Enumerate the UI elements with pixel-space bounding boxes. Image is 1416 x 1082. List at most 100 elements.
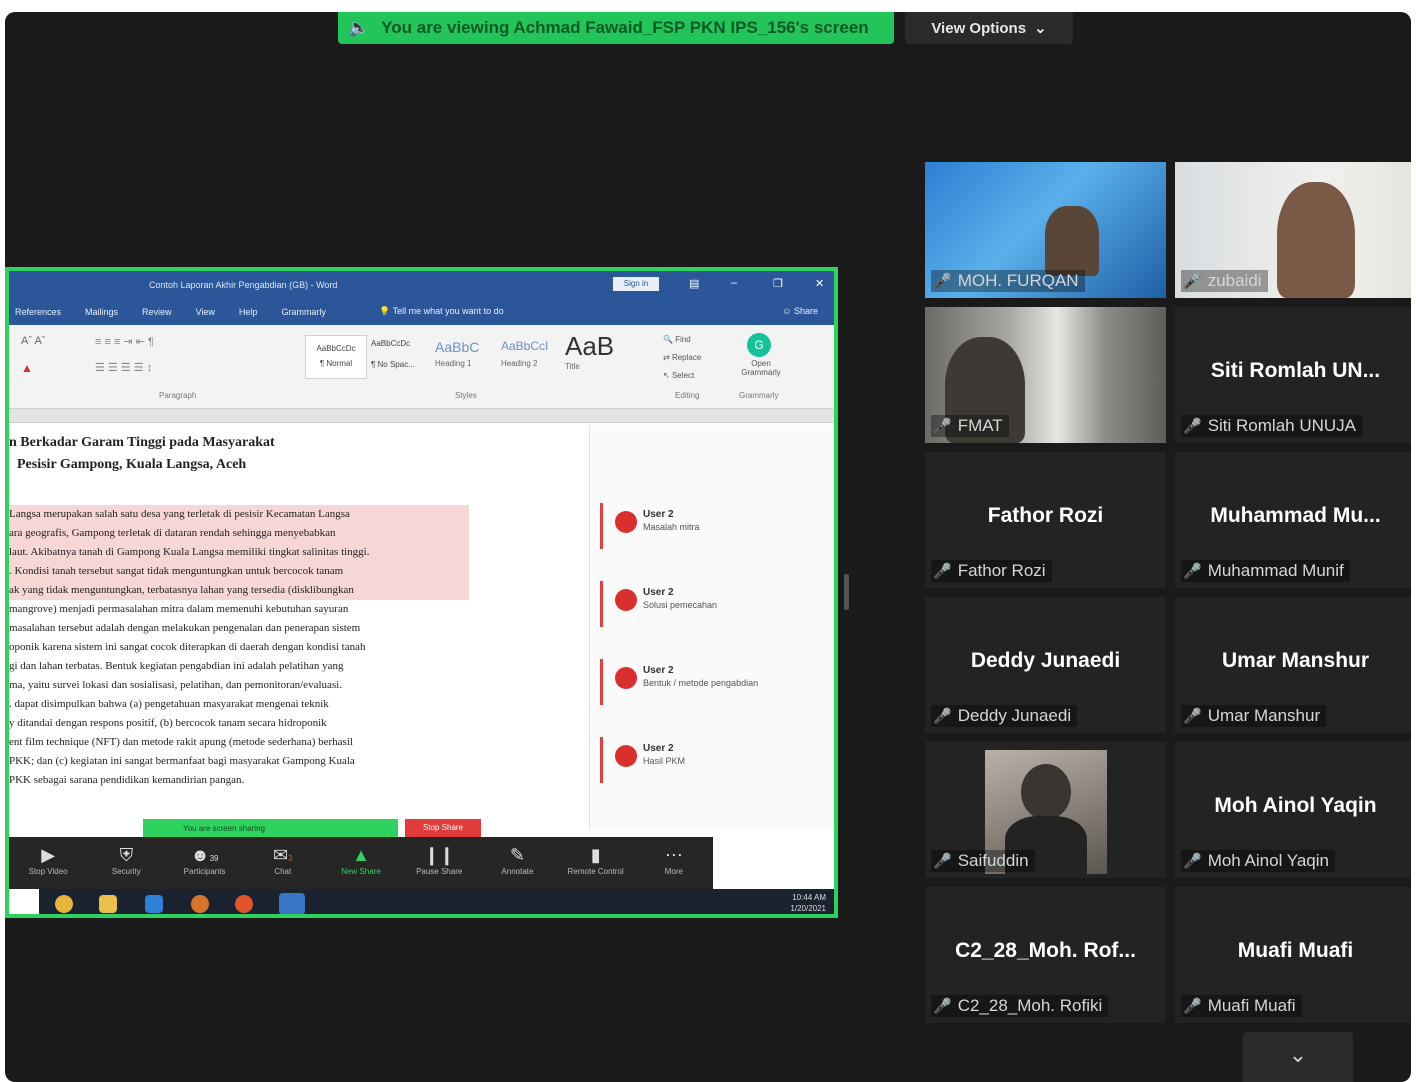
list-buttons-icon[interactable]: ≡ ≡ ≡ ⇥ ⇤ ¶ [95,335,154,348]
style-normal[interactable]: AaBbCcDc ¶ Normal [305,335,367,379]
clock-time: 10:44 AM [792,893,826,902]
comment-card[interactable]: User 2 Hasil PKM [600,737,820,783]
participant-name-tag: 🎤 Siti Romlah UNUJA [1181,415,1362,437]
find-button[interactable]: 🔍 Find [663,331,701,349]
menu-view[interactable]: View [196,307,215,317]
minimize-icon[interactable]: – [731,277,737,289]
ribbon-display-icon[interactable]: ▤ [689,277,699,290]
comment-card[interactable]: User 2 Masalah mitra [600,503,820,549]
windows-taskbar: 10:44 AM 1/20/2021 [9,889,834,914]
select-button[interactable]: ↖ Select [663,367,701,385]
app-icon[interactable] [191,895,209,913]
word-titlebar: Contoh Laporan Akhir Pengabdian (GB) - W… [9,271,834,299]
pause-icon: ❙❙ [424,845,455,865]
align-buttons-icon[interactable]: ☰ ☰ ☰ ☰ ↕ [95,361,152,374]
doc-line: gi dan lahan terbatas. Bentuk kegiatan p… [9,660,344,672]
participant-tile[interactable]: C2_28_Moh. Rof... 🎤 C2_28_Moh. Rofiki [925,887,1166,1023]
grammarly-icon[interactable]: G [747,333,771,357]
stop-share-button[interactable]: Stop Share [405,819,481,837]
participant-tile[interactable]: Umar Manshur 🎤 Umar Manshur [1175,597,1411,733]
gallery-next-page-button[interactable]: ⌄ [1243,1032,1353,1082]
mic-muted-icon: 🎤 [933,853,952,870]
close-icon[interactable]: ✕ [815,277,824,290]
participant-tile[interactable]: Moh Ainol Yaqin 🎤 Moh Ainol Yaqin [1175,742,1411,878]
menu-mailings[interactable]: Mailings [85,307,118,317]
sharing-pill-label: You are screen sharing [183,823,265,833]
pause-share-button[interactable]: ❙❙ Pause Share [400,837,478,889]
menu-references[interactable]: References [15,307,61,317]
participant-tile[interactable]: 🎤 FMAT [925,307,1166,443]
restore-icon[interactable]: ❐ [773,277,783,290]
participant-name: Moh Ainol Yaqin [1207,851,1329,870]
chrome-icon[interactable] [55,895,73,913]
font-size-controls[interactable]: Aˆ Aˇ [21,335,45,347]
doc-line: ent film technique (NFT) dan metode raki… [9,736,353,748]
word-share-label: Share [793,306,818,316]
editing-group-label: Editing [675,391,700,400]
open-grammarly-label[interactable]: Open Grammarly [737,359,785,377]
style-name: ¶ No Spac... [371,360,415,369]
taskbar-search-box[interactable] [9,889,39,914]
word-share-button[interactable]: ☺ Share [782,306,818,316]
shared-screen-view[interactable]: Contoh Laporan Akhir Pengabdian (GB) - W… [5,267,838,918]
participant-tile[interactable]: Siti Romlah UN... 🎤 Siti Romlah UNUJA [1175,307,1411,443]
mic-muted-icon: 🎤 [933,998,952,1015]
participant-silhouette [1045,206,1099,276]
annotate-button[interactable]: ✎ Annotate [478,837,556,889]
menu-review[interactable]: Review [142,307,172,317]
participant-display-name: Umar Manshur [1221,649,1370,672]
comment-card[interactable]: User 2 Solusi pemecahan [600,581,820,627]
style-title[interactable]: AaB Title [565,331,614,371]
more-button[interactable]: ⋯ More [635,837,713,889]
file-explorer-icon[interactable] [99,895,117,913]
app-icon[interactable] [145,895,163,913]
doc-line: oponik karena sistem ini sangat cocok di… [9,641,366,653]
participant-tile[interactable]: Muhammad Mu... 🎤 Muhammad Munif [1175,452,1411,588]
screen-sharing-pill[interactable]: You are screen sharing [143,819,398,837]
mic-muted-icon: 🎤 [933,563,952,580]
clock-date: 1/20/2021 [790,904,826,913]
menu-grammarly[interactable]: Grammarly [281,307,326,317]
menu-help[interactable]: Help [239,307,258,317]
toolbar-label: Participants [183,867,226,876]
ruler [9,409,834,423]
participant-name: Saifuddin [957,851,1029,870]
tell-me-search[interactable]: 💡 Tell me what you want to do [379,306,504,317]
participants-button[interactable]: ☻39 Participants [165,837,243,889]
word-window-title: Contoh Laporan Akhir Pengabdian (GB) - W… [149,280,338,290]
new-share-button[interactable]: ▲ New Share [322,837,400,889]
participant-tile[interactable]: 🎤 MOH. FURQAN [925,162,1166,298]
comment-card[interactable]: User 2 Bentuk / metode pengabdian [600,659,820,705]
style-heading-2[interactable]: AaBbCcI Heading 2 [501,339,548,368]
participant-tile[interactable]: 🎤 zubaidi [1175,162,1411,298]
participant-silhouette [1277,182,1355,298]
chat-button[interactable]: ✉3 Chat [244,837,322,889]
mic-muted-icon: 🎤 [933,708,952,725]
style-name: Heading 2 [501,359,538,368]
view-options-button[interactable]: View Options ⌄ [905,12,1073,44]
document-page[interactable]: n Berkadar Garam Tinggi pada Masyarakat … [9,425,834,830]
participant-tile[interactable]: 🎤 Saifuddin [925,742,1166,878]
remote-control-button[interactable]: ▮ Remote Control [557,837,635,889]
style-name: ¶ Normal [319,359,353,368]
participant-name-tag: 🎤 Muhammad Munif [1181,560,1350,582]
zoom-meeting-window: 🔈 You are viewing Achmad Fawaid_FSP PKN … [5,12,1411,1082]
participant-tile[interactable]: Fathor Rozi 🎤 Fathor Rozi [925,452,1166,588]
security-button[interactable]: ⛨ Security [87,837,165,889]
document-body[interactable]: n Berkadar Garam Tinggi pada Masyarakat … [9,435,469,790]
firefox-icon[interactable] [235,895,253,913]
style-heading-1[interactable]: AaBbC Heading 1 [435,339,479,368]
replace-button[interactable]: ⇄ Replace [663,349,701,367]
doc-title-line-1: n Berkadar Garam Tinggi pada Masyarakat [9,435,275,450]
split-view-handle[interactable] [844,574,849,610]
doc-line: PKK; dan (c) kegiatan ini sangat bermanf… [9,755,355,767]
font-color-icon[interactable]: ▲ [21,361,33,375]
word-sign-in-button[interactable]: Sign in [613,277,659,291]
word-menubar: References Mailings Review View Help Gra… [9,299,834,325]
participant-tile[interactable]: Deddy Junaedi 🎤 Deddy Junaedi [925,597,1166,733]
doc-line: mangrove) menjadi permasalahan mitra dal… [9,603,349,615]
stop-video-button[interactable]: ▶ Stop Video [9,837,87,889]
word-taskbar-icon[interactable] [279,893,305,914]
participant-tile[interactable]: Muafi Muafi 🎤 Muafi Muafi [1175,887,1411,1023]
style-no-spacing[interactable]: AaBbCcDc ¶ No Spac... [371,339,415,369]
